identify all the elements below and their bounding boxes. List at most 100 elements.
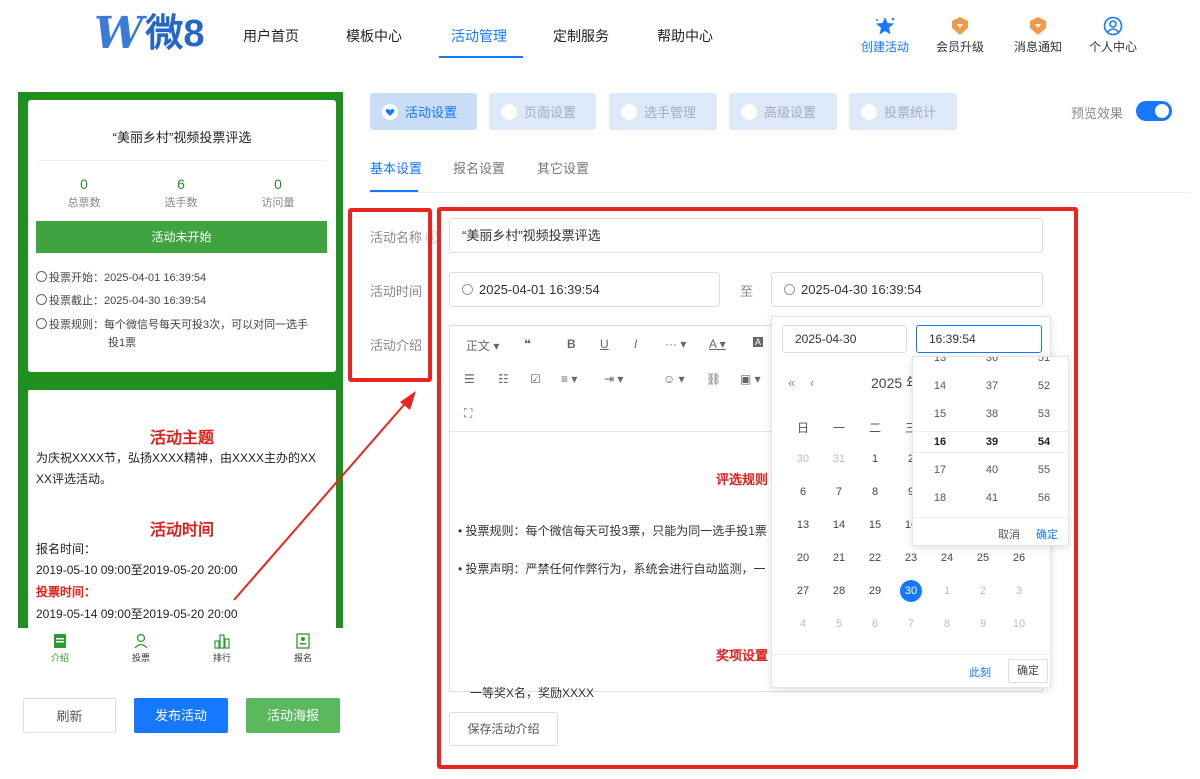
day-cell[interactable]: 21	[827, 552, 851, 564]
day-cell[interactable]: 14	[827, 519, 851, 531]
subtab-signup-settings[interactable]: 报名设置	[453, 158, 505, 177]
message-notice-button[interactable]: 消息通知	[1008, 16, 1068, 55]
nav-user-home[interactable]: 用户首页	[243, 26, 299, 46]
day-cell[interactable]: 8	[863, 486, 887, 498]
day-cell[interactable]: 2	[971, 585, 995, 597]
member-upgrade-button[interactable]: 会员升级	[930, 16, 990, 55]
time-option-seconds[interactable]: 56	[1024, 492, 1064, 504]
tab-vote-stats[interactable]: 投票统计	[849, 93, 957, 130]
signup-icon	[296, 633, 310, 649]
picker-now-button[interactable]: 此刻	[969, 664, 991, 680]
clock-icon	[36, 294, 47, 305]
day-cell[interactable]: 10	[1007, 618, 1031, 630]
time-option-minutes[interactable]: 39	[972, 436, 1012, 448]
mobile-bottom-nav: 介绍 投票 排行 报名	[18, 628, 343, 674]
day-cell[interactable]: 27	[791, 585, 815, 597]
day-cell[interactable]: 22	[863, 552, 887, 564]
nav-templates[interactable]: 模板中心	[346, 26, 402, 46]
prev-month-icon[interactable]: ‹	[810, 375, 814, 390]
time-option-minutes[interactable]: 40	[972, 464, 1012, 476]
time-option-seconds[interactable]: 55	[1024, 464, 1064, 476]
prev-year-icon[interactable]: «	[788, 375, 795, 390]
tab-activity-settings[interactable]: 活动设置	[370, 93, 477, 130]
personal-center-button[interactable]: 个人中心	[1083, 16, 1143, 55]
mobile-nav-ranking[interactable]: 排行	[197, 633, 247, 664]
day-cell[interactable]: 6	[791, 486, 815, 498]
activity-status-button[interactable]: 活动未开始	[36, 221, 327, 253]
nav-custom-service[interactable]: 定制服务	[553, 26, 609, 46]
day-cell[interactable]: 24	[935, 552, 959, 564]
publish-activity-button[interactable]: 发布活动	[134, 698, 228, 733]
picker-confirm-button[interactable]: 确定	[1008, 659, 1048, 683]
logo[interactable]: W 微8	[94, 12, 205, 56]
tab-page-settings[interactable]: 页面设置	[489, 93, 596, 130]
preview-toggle[interactable]	[1136, 101, 1172, 121]
day-cell[interactable]: 31	[827, 453, 851, 465]
vote-rule-line: 投票规则：每个微信号每天可投3次，可以对同一选手	[36, 316, 328, 334]
day-cell[interactable]: 1	[935, 585, 959, 597]
personal-center-label: 个人中心	[1088, 40, 1137, 54]
mobile-nav-label: 排行	[212, 653, 231, 663]
day-cell[interactable]: 23	[899, 552, 923, 564]
time-option-seconds[interactable]: 53	[1024, 408, 1064, 420]
refresh-button[interactable]: 刷新	[23, 698, 116, 733]
day-cell[interactable]: 20	[791, 552, 815, 564]
day-cell[interactable]: 1	[863, 453, 887, 465]
picker-time-input[interactable]: 16:39:54	[916, 325, 1042, 353]
time-option-hours[interactable]: 17	[920, 464, 960, 476]
day-cell[interactable]: 13	[791, 519, 815, 531]
time-cancel-button[interactable]: 取消	[998, 526, 1020, 542]
picker-date-input[interactable]: 2025-04-30	[782, 325, 907, 353]
mobile-nav-label: 报名	[293, 653, 312, 663]
day-cell[interactable]: 6	[863, 618, 887, 630]
time-option-seconds[interactable]: 51	[1024, 357, 1064, 364]
signup-range: 2019-05-10 09:00至2019-05-20 20:00	[36, 563, 238, 577]
day-cell[interactable]: 7	[899, 618, 923, 630]
day-cell[interactable]: 29	[863, 585, 887, 597]
subtab-basic-settings[interactable]: 基本设置	[370, 158, 422, 177]
nav-help-center[interactable]: 帮助中心	[657, 26, 713, 46]
member-upgrade-label: 会员升级	[935, 40, 984, 54]
mobile-nav-signup[interactable]: 报名	[278, 633, 328, 664]
day-cell[interactable]: 9	[971, 618, 995, 630]
create-activity-button[interactable]: 创建活动	[855, 16, 915, 55]
nav-activity-manage[interactable]: 活动管理	[451, 26, 507, 46]
time-option-minutes[interactable]: 37	[972, 380, 1012, 392]
time-option-hours[interactable]: 18	[920, 492, 960, 504]
time-option-minutes[interactable]: 38	[972, 408, 1012, 420]
time-option-minutes[interactable]: 36	[972, 357, 1012, 364]
time-option-hours[interactable]: 14	[920, 380, 960, 392]
vote-time-range: 2019-05-14 09:00至2019-05-20 20:00	[36, 607, 238, 621]
time-option-seconds[interactable]: 54	[1024, 436, 1064, 448]
day-cell[interactable]: 30	[791, 453, 815, 465]
vote-rule-text: 投票规则：每个微信号每天可投3次，可以对同一选手	[49, 319, 309, 331]
day-cell[interactable]: 8	[935, 618, 959, 630]
day-cell[interactable]: 5	[827, 618, 851, 630]
preview-toggle-label: 预览效果	[1071, 106, 1124, 121]
time-option-hours[interactable]: 16	[920, 436, 960, 448]
day-cell[interactable]: 15	[863, 519, 887, 531]
day-cell[interactable]: 26	[1007, 552, 1031, 564]
activity-poster-button[interactable]: 活动海报	[246, 698, 340, 733]
time-option-seconds[interactable]: 52	[1024, 380, 1064, 392]
day-cell[interactable]: 3	[1007, 585, 1031, 597]
day-cell[interactable]: 7	[827, 486, 851, 498]
time-option-hours[interactable]: 13	[920, 357, 960, 364]
stat-value: 0	[274, 176, 282, 192]
day-cell[interactable]: 4	[791, 618, 815, 630]
mobile-nav-vote[interactable]: 投票	[116, 633, 166, 664]
time-ok-button[interactable]: 确定	[1036, 526, 1058, 542]
nav-active-underline	[439, 56, 523, 58]
day-cell[interactable]: 28	[827, 585, 851, 597]
mobile-nav-intro[interactable]: 介绍	[35, 633, 85, 664]
time-option-hours[interactable]: 15	[920, 408, 960, 420]
time-option-minutes[interactable]: 41	[972, 492, 1012, 504]
weekday-header: 日	[796, 421, 809, 435]
tab-player-manage[interactable]: 选手管理	[609, 93, 717, 130]
logo-mark: W	[94, 8, 144, 59]
subtab-other-settings[interactable]: 其它设置	[537, 158, 589, 177]
tab-advanced-settings[interactable]: 高级设置	[729, 93, 837, 130]
stat-visits: 0 访问量	[238, 176, 318, 210]
selected-day-cell[interactable]: 30	[900, 580, 922, 602]
day-cell[interactable]: 25	[971, 552, 995, 564]
